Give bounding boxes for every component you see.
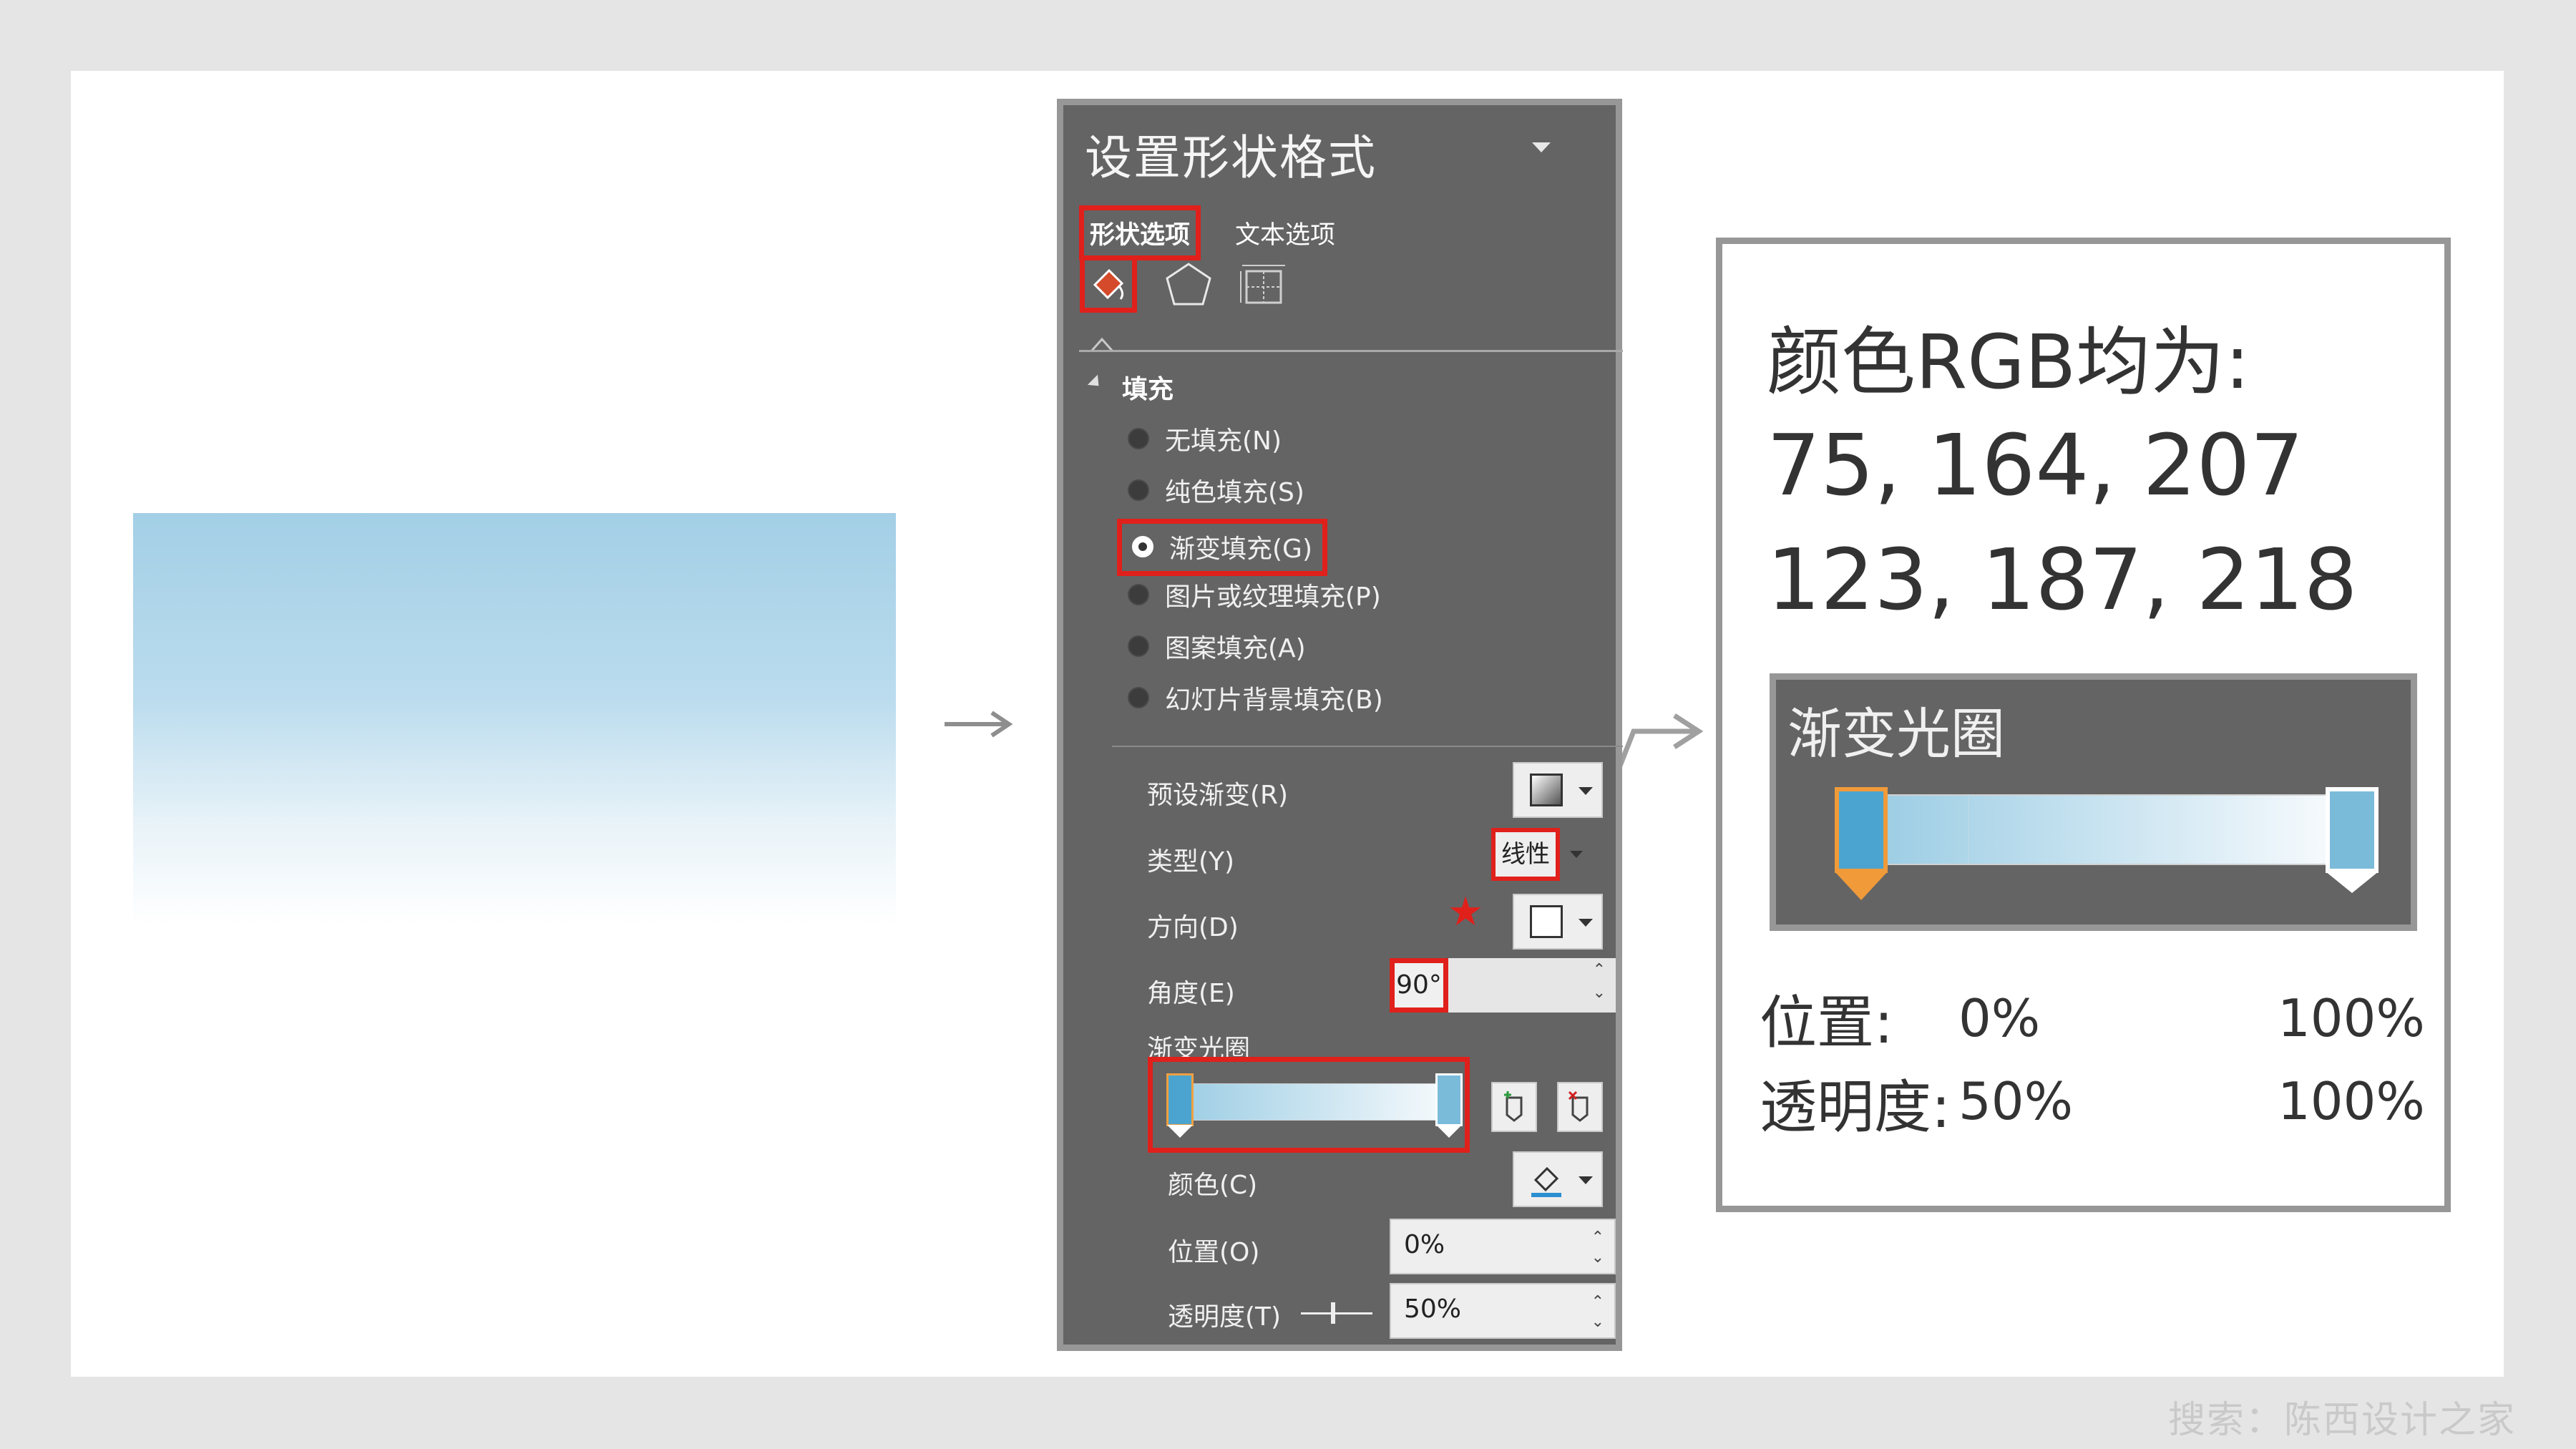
transparency-label: 透明度(T) bbox=[1168, 1302, 1282, 1332]
stop-pointer-icon bbox=[1835, 872, 1888, 900]
preset-gradient-dropdown[interactable] bbox=[1513, 762, 1603, 818]
radio-label: 渐变填充(G) bbox=[1169, 535, 1312, 564]
transparency-input[interactable]: 50% ⌃ ⌄ bbox=[1390, 1283, 1616, 1339]
star-icon: ★ bbox=[1448, 889, 1484, 935]
chevron-down-icon[interactable] bbox=[1570, 851, 1583, 858]
radio-button[interactable] bbox=[1128, 635, 1149, 657]
transparency-slider-track[interactable] bbox=[1301, 1312, 1372, 1314]
gradient-stop-right[interactable] bbox=[1435, 1073, 1463, 1126]
gradient-stops-zoom: 渐变光圈 bbox=[1770, 673, 2417, 931]
section-fill-heading[interactable]: 填充 bbox=[1122, 369, 1174, 406]
collapse-triangle-icon[interactable] bbox=[1087, 374, 1104, 391]
direction-label: 方向(D) bbox=[1147, 913, 1239, 942]
radio-label: 图片或纹理填充(P) bbox=[1165, 582, 1381, 612]
radio-no-fill[interactable]: 无填充(N) bbox=[1128, 420, 1282, 457]
radio-button[interactable] bbox=[1128, 687, 1149, 708]
direction-dropdown[interactable] bbox=[1513, 894, 1603, 950]
tab-text-options[interactable]: 文本选项 bbox=[1235, 215, 1335, 251]
spin-down-icon[interactable]: ⌄ bbox=[1593, 984, 1606, 1002]
angle-spinner[interactable]: ⌃ ⌄ bbox=[1448, 958, 1616, 1013]
transparency-left-value: 50% bbox=[1958, 1071, 2074, 1131]
rgb-callout: 颜色RGB均为: 75, 164, 207 123, 187, 218 渐变光圈… bbox=[1716, 238, 2451, 1212]
position-row-label: 位置: bbox=[1760, 990, 1893, 1056]
chevron-down-icon bbox=[1579, 919, 1593, 927]
spin-down-icon[interactable]: ⌄ bbox=[1591, 1249, 1604, 1267]
gradient-stop-right bbox=[2326, 787, 2379, 873]
gradient-stop-bar[interactable] bbox=[1178, 1083, 1441, 1121]
angle-input[interactable]: 90° bbox=[1390, 958, 1448, 1013]
callout-title: 颜色RGB均为: bbox=[1767, 318, 2250, 406]
position-input[interactable]: 0% ⌃ ⌄ bbox=[1390, 1219, 1616, 1274]
rgb-value-1: 75, 164, 207 bbox=[1767, 416, 2304, 514]
radio-pattern-fill[interactable]: 图案填充(A) bbox=[1128, 628, 1306, 665]
radio-label: 纯色填充(S) bbox=[1165, 478, 1304, 507]
divider bbox=[1079, 350, 1623, 352]
radio-button[interactable] bbox=[1128, 479, 1149, 501]
radio-button[interactable] bbox=[1128, 428, 1149, 449]
pentagon-icon[interactable] bbox=[1160, 255, 1217, 313]
type-dropdown[interactable]: 线性 bbox=[1496, 832, 1556, 877]
gradient-stop-bar bbox=[1876, 794, 2333, 865]
radio-picture-fill[interactable]: 图片或纹理填充(P) bbox=[1128, 576, 1381, 613]
spin-up-icon[interactable]: ⌃ bbox=[1591, 1229, 1604, 1246]
position-right-value: 100% bbox=[2278, 988, 2425, 1048]
radio-button[interactable] bbox=[1128, 584, 1149, 605]
paint-bucket-icon bbox=[1531, 1166, 1561, 1197]
radio-gradient-fill[interactable]: 渐变填充(G) bbox=[1117, 519, 1327, 576]
tab-shape-options[interactable]: 形状选项 bbox=[1079, 205, 1201, 260]
transparency-slider-handle[interactable] bbox=[1331, 1302, 1335, 1324]
add-stop-button[interactable] bbox=[1491, 1082, 1537, 1132]
direction-swatch-icon bbox=[1530, 905, 1563, 938]
spin-down-icon[interactable]: ⌄ bbox=[1591, 1313, 1604, 1331]
remove-stop-button[interactable] bbox=[1557, 1082, 1603, 1132]
transparency-row-label: 透明度: bbox=[1760, 1074, 1951, 1141]
format-shape-panel: 设置形状格式 形状选项 文本选项 填充 无填充(N) 纯色填充(S) 渐变填充(… bbox=[1057, 99, 1623, 1351]
transparency-value: 50% bbox=[1404, 1294, 1462, 1324]
position-label: 位置(O) bbox=[1168, 1238, 1260, 1267]
gradient-rectangle bbox=[133, 513, 896, 924]
watermark: 搜索：陈西设计之家 bbox=[2168, 1399, 2517, 1442]
radio-label: 图案填充(A) bbox=[1165, 634, 1306, 663]
size-properties-icon[interactable] bbox=[1235, 255, 1292, 313]
position-left-value: 0% bbox=[1958, 988, 2041, 1048]
spin-up-icon[interactable]: ⌃ bbox=[1593, 961, 1606, 979]
chevron-down-icon[interactable] bbox=[1532, 142, 1551, 152]
gradient-tick bbox=[1968, 794, 1969, 864]
stop-pointer-icon bbox=[1167, 1125, 1193, 1138]
transparency-row: 透明度: bbox=[1760, 1061, 1951, 1144]
chevron-down-icon bbox=[1579, 1176, 1593, 1184]
radio-slide-bg-fill[interactable]: 幻灯片背景填充(B) bbox=[1128, 679, 1383, 716]
stop-pointer-icon bbox=[2326, 872, 2379, 893]
panel-title: 设置形状格式 bbox=[1085, 130, 1377, 185]
radio-label: 幻灯片背景填充(B) bbox=[1165, 686, 1383, 715]
position-row: 位置: bbox=[1760, 977, 1893, 1060]
gradient-stop-left bbox=[1835, 787, 1888, 873]
type-label: 类型(Y) bbox=[1147, 847, 1235, 877]
color-label: 颜色(C) bbox=[1168, 1171, 1258, 1200]
stop-pointer-icon bbox=[1436, 1125, 1462, 1138]
radio-button-selected[interactable] bbox=[1132, 536, 1153, 557]
radio-solid-fill[interactable]: 纯色填充(S) bbox=[1128, 472, 1304, 509]
transparency-right-value: 100% bbox=[2278, 1071, 2425, 1131]
angle-label: 角度(E) bbox=[1147, 979, 1235, 1008]
spin-up-icon[interactable]: ⌃ bbox=[1591, 1293, 1604, 1311]
position-value: 0% bbox=[1404, 1230, 1445, 1259]
chevron-down-icon bbox=[1579, 787, 1593, 795]
color-dropdown[interactable] bbox=[1513, 1151, 1603, 1207]
divider bbox=[1112, 746, 1623, 747]
gradient-stop-left[interactable] bbox=[1166, 1073, 1194, 1126]
gradient-stops-title: 渐变光圈 bbox=[1787, 702, 2005, 766]
arrow-right-icon bbox=[945, 711, 1013, 738]
preset-gradient-label: 预设渐变(R) bbox=[1147, 781, 1289, 810]
fill-line-icon[interactable] bbox=[1080, 255, 1137, 313]
rgb-value-2: 123, 187, 218 bbox=[1767, 530, 2358, 629]
radio-label: 无填充(N) bbox=[1165, 426, 1282, 456]
gradient-swatch-icon bbox=[1530, 774, 1563, 806]
